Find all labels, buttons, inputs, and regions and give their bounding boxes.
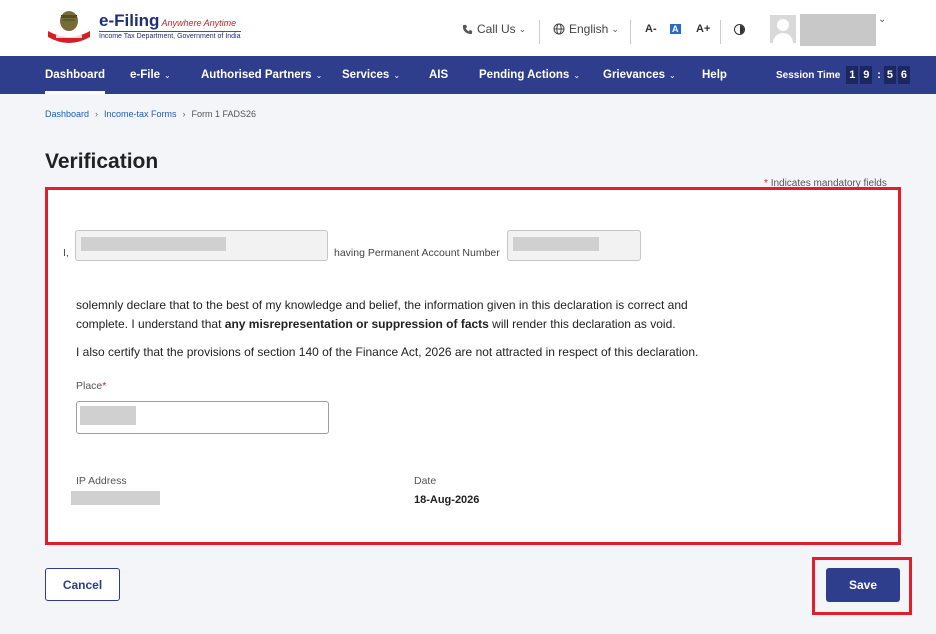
place-label: Place* bbox=[76, 380, 106, 392]
avatar[interactable] bbox=[770, 15, 796, 43]
font-increase-button[interactable]: A+ bbox=[696, 23, 710, 35]
place-redacted bbox=[80, 406, 136, 425]
date-label: Date bbox=[414, 475, 437, 487]
declaration-prefix: I, bbox=[63, 247, 69, 259]
name-field[interactable] bbox=[75, 230, 328, 261]
certify-text: I also certify that the provisions of se… bbox=[76, 345, 699, 359]
language-selector[interactable]: English ⌄ bbox=[553, 22, 619, 36]
breadcrumb: Dashboard › Income-tax Forms › Form 1 FA… bbox=[45, 109, 256, 119]
nav-grievances[interactable]: Grievances ⌄ bbox=[603, 56, 676, 94]
required-star: * bbox=[102, 380, 107, 392]
breadcrumb-current: Form 1 FADS26 bbox=[191, 109, 257, 119]
emblem-icon bbox=[48, 11, 90, 43]
divider bbox=[630, 20, 631, 44]
nav-help[interactable]: Help bbox=[702, 56, 727, 94]
nav-label: Pending Actions bbox=[479, 69, 570, 81]
globe-icon bbox=[553, 23, 565, 35]
session-digit: 9 bbox=[860, 66, 873, 84]
phone-icon bbox=[462, 24, 473, 34]
chevron-down-icon: ⌄ bbox=[315, 71, 323, 80]
logo-title-text: e-Filing bbox=[99, 11, 160, 30]
declaration-text-part2: will render this declaration as void. bbox=[488, 317, 676, 331]
logo-subtitle: Income Tax Department, Government of Ind… bbox=[99, 31, 241, 40]
chevron-right-icon: › bbox=[95, 109, 99, 119]
name-redacted bbox=[81, 237, 226, 251]
divider bbox=[539, 20, 540, 44]
pan-label: having Permanent Account Number bbox=[334, 247, 500, 259]
main-nav: Dashboard e-File ⌄ Authorised Partners ⌄ S… bbox=[0, 56, 936, 94]
chevron-down-icon: ⌄ bbox=[611, 23, 619, 34]
nav-efile[interactable]: e-File ⌄ bbox=[130, 56, 171, 94]
call-us-button[interactable]: Call Us ⌄ bbox=[462, 22, 526, 36]
pan-redacted bbox=[513, 237, 599, 251]
cancel-button[interactable]: Cancel bbox=[45, 568, 120, 601]
ip-address-redacted bbox=[71, 491, 160, 505]
chevron-down-icon: ⌄ bbox=[164, 71, 171, 80]
nav-label: e-File bbox=[130, 69, 161, 81]
language-label: English bbox=[569, 22, 609, 36]
nav-label: Grievances bbox=[603, 69, 666, 81]
place-label-text: Place bbox=[76, 380, 103, 392]
page-title: Verification bbox=[45, 150, 159, 173]
nav-ais[interactable]: AIS bbox=[429, 56, 448, 94]
session-label: Session Time bbox=[776, 69, 841, 81]
verification-card: I, having Permanent Account Number solem… bbox=[45, 187, 901, 545]
chevron-down-icon: ⌄ bbox=[518, 23, 527, 34]
call-us-label: Call Us bbox=[477, 22, 516, 36]
contrast-icon[interactable] bbox=[734, 24, 745, 35]
logo-title: e-Filing Anywhere Anytime bbox=[99, 11, 236, 31]
nav-label: Authorised Partners bbox=[201, 69, 312, 81]
declaration-text: solemnly declare that to the best of my … bbox=[76, 296, 716, 334]
nav-pending-actions[interactable]: Pending Actions ⌄ bbox=[479, 56, 580, 94]
breadcrumb-dashboard[interactable]: Dashboard bbox=[45, 109, 89, 119]
date-value: 18-Aug-2026 bbox=[414, 494, 480, 506]
session-digit: 1 bbox=[846, 66, 859, 84]
divider bbox=[720, 20, 721, 44]
session-colon: : bbox=[877, 69, 881, 81]
session-timer: Session Time 1 9 : 5 6 bbox=[776, 66, 912, 84]
chevron-right-icon: › bbox=[182, 109, 186, 119]
breadcrumb-income-tax-forms[interactable]: Income-tax Forms bbox=[104, 109, 177, 119]
session-digit: 6 bbox=[897, 66, 910, 84]
nav-dashboard[interactable]: Dashboard bbox=[45, 56, 106, 94]
pan-field[interactable] bbox=[507, 230, 641, 261]
session-digit: 5 bbox=[883, 66, 896, 84]
user-name-redacted[interactable] bbox=[800, 14, 876, 46]
logo-tagline: Anywhere Anytime bbox=[161, 18, 237, 28]
nav-services[interactable]: Services ⌄ bbox=[342, 56, 400, 94]
chevron-down-icon: ⌄ bbox=[573, 71, 581, 80]
chevron-down-icon: ⌄ bbox=[669, 71, 676, 80]
save-button[interactable]: Save bbox=[826, 568, 900, 602]
font-normal-button[interactable]: A bbox=[670, 24, 681, 34]
declaration-text-bold: any misrepresentation or suppression of … bbox=[224, 317, 489, 331]
nav-label: Dashboard bbox=[45, 69, 106, 81]
top-header: e-Filing Anywhere Anytime Income Tax Depa… bbox=[0, 0, 936, 56]
nav-label: AIS bbox=[429, 69, 449, 81]
chevron-down-icon[interactable]: ⌄ bbox=[878, 14, 886, 25]
ip-address-label: IP Address bbox=[76, 475, 127, 487]
nav-authorised-partners[interactable]: Authorised Partners ⌄ bbox=[201, 56, 322, 94]
chevron-down-icon: ⌄ bbox=[393, 71, 401, 80]
place-input[interactable] bbox=[76, 401, 329, 434]
font-decrease-button[interactable]: A- bbox=[645, 23, 657, 35]
nav-label: Help bbox=[702, 69, 727, 81]
efiling-logo[interactable]: e-Filing Anywhere Anytime Income Tax Depa… bbox=[44, 9, 241, 45]
nav-label: Services bbox=[342, 69, 390, 81]
